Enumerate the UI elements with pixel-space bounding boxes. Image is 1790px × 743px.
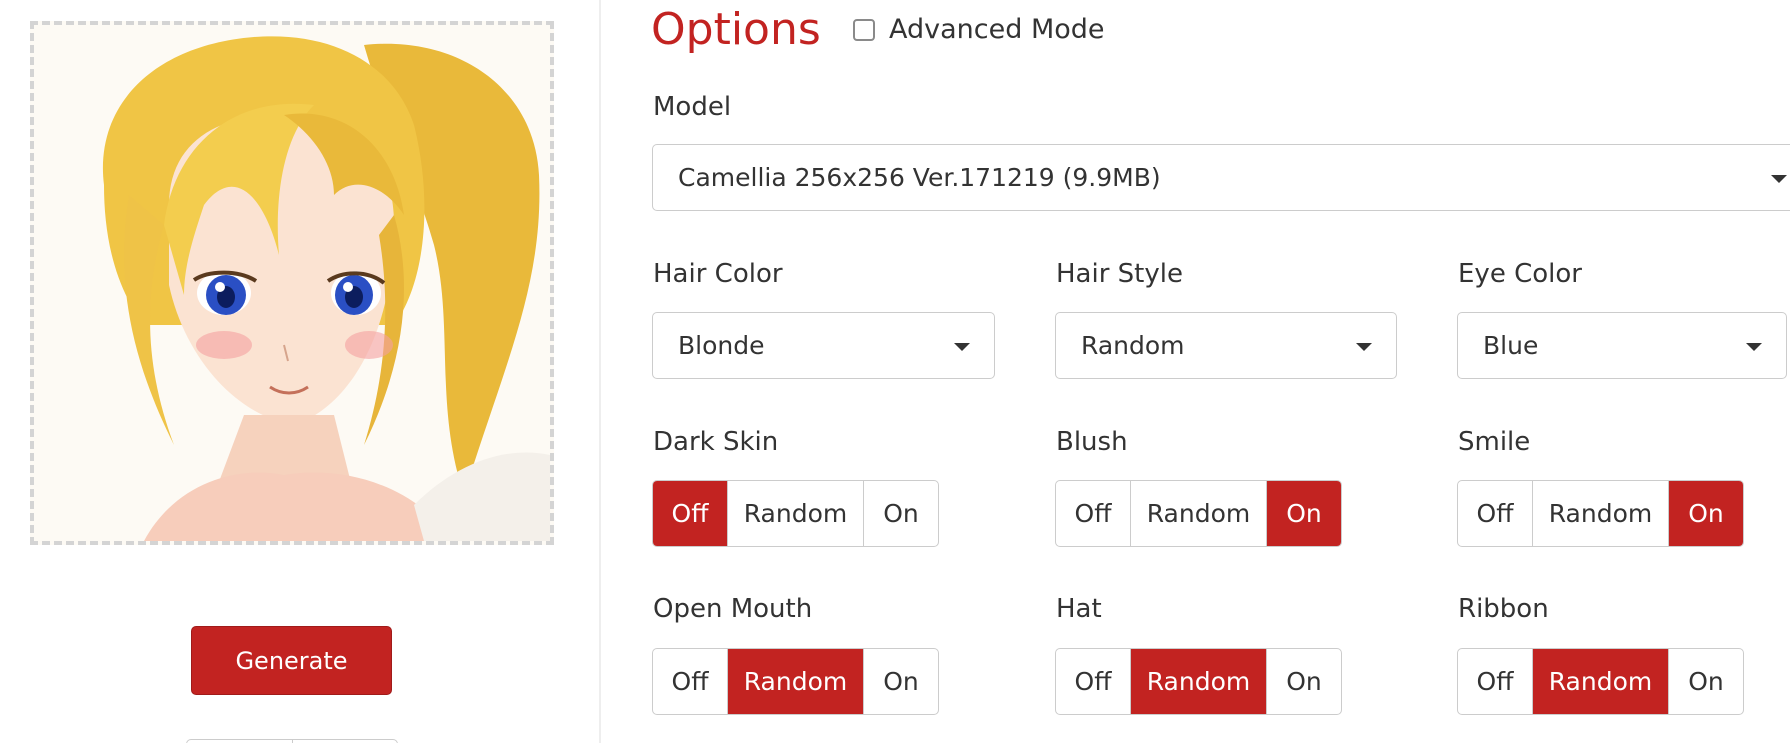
ribbon-on-option[interactable]: On	[1669, 649, 1743, 714]
dark-skin-label: Dark Skin	[653, 427, 779, 457]
panel-divider	[599, 0, 601, 743]
eye-color-value: Blue	[1483, 331, 1539, 360]
model-select[interactable]: Camellia 256x256 Ver.171219 (9.9MB)	[652, 144, 1790, 211]
chevron-down-icon	[1356, 343, 1372, 351]
hat-toggle[interactable]: Off Random On	[1055, 648, 1342, 715]
hair-color-value: Blonde	[678, 331, 765, 360]
smile-label: Smile	[1458, 427, 1531, 457]
generated-image-frame	[30, 21, 554, 545]
hat-random-option[interactable]: Random	[1131, 649, 1267, 714]
model-label: Model	[653, 92, 732, 122]
hat-off-option[interactable]: Off	[1056, 649, 1131, 714]
dark-skin-off-option[interactable]: Off	[653, 481, 728, 546]
blush-toggle[interactable]: Off Random On	[1055, 480, 1342, 547]
hair-color-select[interactable]: Blonde	[652, 312, 995, 379]
open-mouth-random-option[interactable]: Random	[728, 649, 864, 714]
open-mouth-off-option[interactable]: Off	[653, 649, 728, 714]
hair-color-label: Hair Color	[653, 259, 783, 289]
generate-button[interactable]: Generate	[191, 626, 392, 695]
ribbon-random-option[interactable]: Random	[1533, 649, 1669, 714]
eye-color-label: Eye Color	[1458, 259, 1582, 289]
secondary-button-group[interactable]	[186, 739, 398, 743]
dark-skin-random-option[interactable]: Random	[728, 481, 864, 546]
open-mouth-on-option[interactable]: On	[864, 649, 938, 714]
blush-off-option[interactable]: Off	[1056, 481, 1131, 546]
hat-label: Hat	[1056, 594, 1102, 624]
eye-color-select[interactable]: Blue	[1457, 312, 1787, 379]
generated-anime-portrait	[34, 25, 550, 541]
smile-random-option[interactable]: Random	[1533, 481, 1669, 546]
hair-style-select[interactable]: Random	[1055, 312, 1397, 379]
ribbon-toggle[interactable]: Off Random On	[1457, 648, 1744, 715]
hat-on-option[interactable]: On	[1267, 649, 1341, 714]
chevron-down-icon	[954, 343, 970, 351]
ribbon-label: Ribbon	[1458, 594, 1549, 624]
options-title: Options	[651, 4, 821, 55]
smile-off-option[interactable]: Off	[1458, 481, 1533, 546]
smile-on-option[interactable]: On	[1669, 481, 1743, 546]
hair-style-label: Hair Style	[1056, 259, 1183, 289]
blush-random-option[interactable]: Random	[1131, 481, 1267, 546]
blush-label: Blush	[1056, 427, 1128, 457]
blush-on-option[interactable]: On	[1267, 481, 1341, 546]
advanced-mode-label: Advanced Mode	[889, 14, 1105, 45]
ribbon-off-option[interactable]: Off	[1458, 649, 1533, 714]
open-mouth-label: Open Mouth	[653, 594, 813, 624]
smile-toggle[interactable]: Off Random On	[1457, 480, 1744, 547]
chevron-down-icon	[1746, 343, 1762, 351]
advanced-mode-toggle[interactable]: Advanced Mode	[853, 14, 1105, 45]
dark-skin-toggle[interactable]: Off Random On	[652, 480, 939, 547]
left-panel: Generate	[0, 0, 600, 743]
dark-skin-on-option[interactable]: On	[864, 481, 938, 546]
advanced-mode-checkbox[interactable]	[853, 18, 875, 41]
open-mouth-toggle[interactable]: Off Random On	[652, 648, 939, 715]
hair-style-value: Random	[1081, 331, 1185, 360]
chevron-down-icon	[1771, 175, 1787, 183]
model-select-value: Camellia 256x256 Ver.171219 (9.9MB)	[678, 163, 1161, 192]
